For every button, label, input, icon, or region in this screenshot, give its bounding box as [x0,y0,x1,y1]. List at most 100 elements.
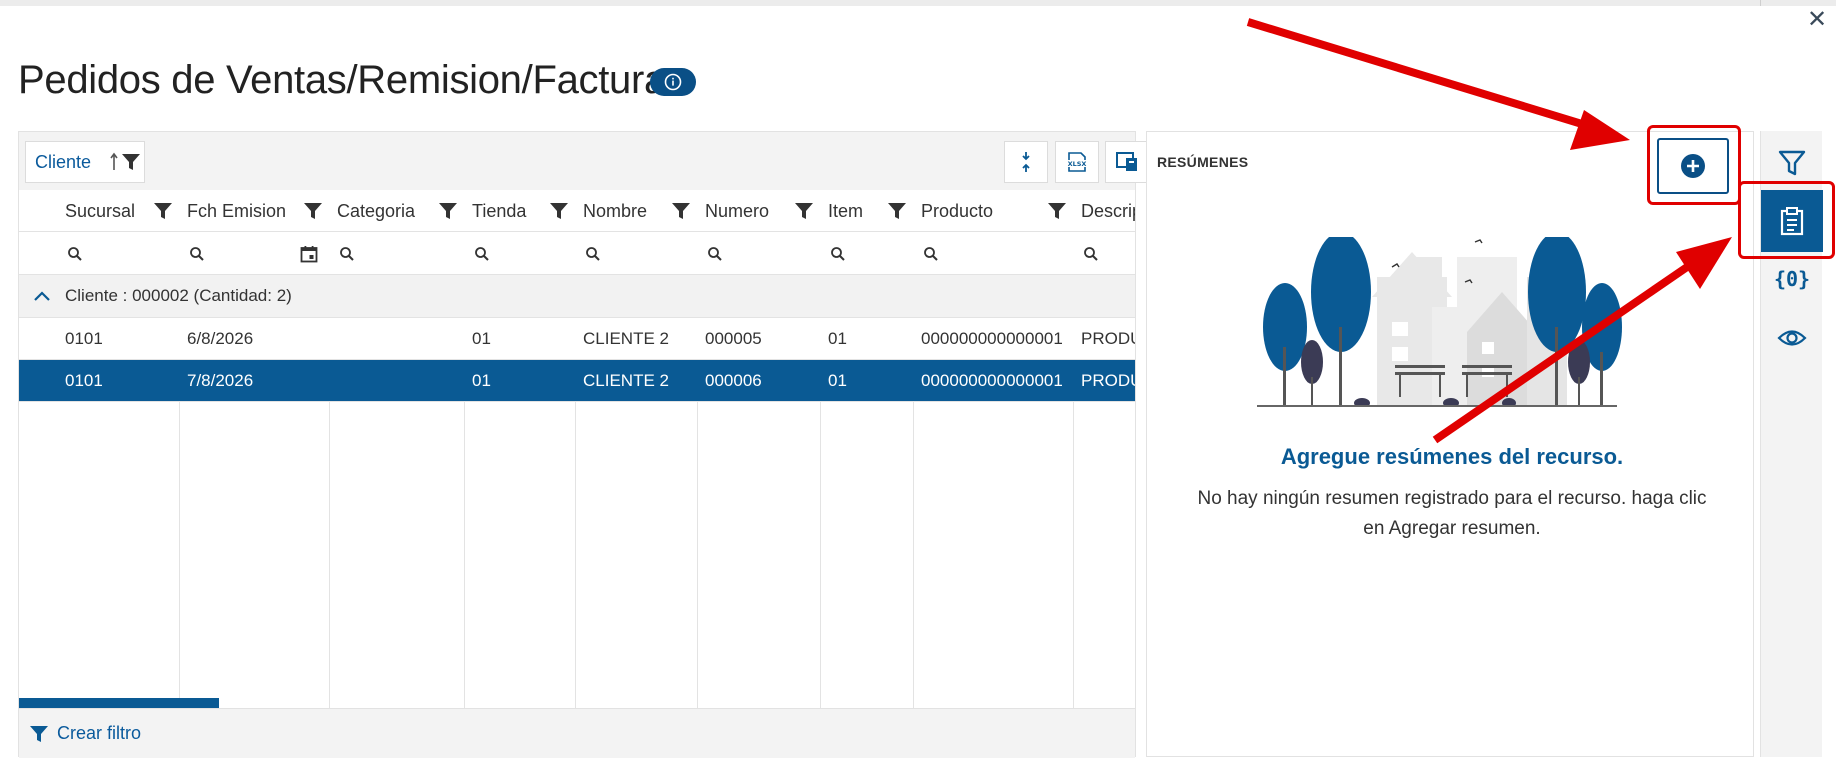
filter-cell-categoria[interactable] [329,232,464,275]
info-button[interactable] [650,68,696,96]
sidebar-variables-button[interactable]: {0} [1765,252,1819,306]
header-row: Sucursal Fch Emision Categoria Tienda No… [19,190,1135,232]
clipboard-icon [1780,207,1804,236]
cell-descripcion: PRODU [1081,329,1135,348]
cell-item: 01 [828,371,847,390]
layout-toggle-button[interactable] [1105,141,1149,183]
empty-state-title: Agregue resúmenes del recurso. [1280,444,1624,469]
xlsx-file-icon: XLSX [1067,152,1087,172]
cell-fch-emision: 6/8/2026 [187,329,254,348]
column-header-nombre[interactable]: Nombre [575,190,697,232]
cell-numero: 000005 [705,329,762,348]
filter-icon[interactable] [438,201,458,221]
filter-icon[interactable] [1047,201,1067,221]
column-header-label: Sucursal [65,200,136,221]
group-by-chip[interactable]: Cliente [25,141,145,183]
search-icon [831,246,845,261]
group-by-label: Cliente [35,151,92,172]
filter-cell-item[interactable] [820,232,913,275]
search-icon [190,246,204,261]
summaries-panel: RESÚMENES Agregue resúmenes del recurso.… [1146,125,1754,757]
search-icon [708,246,722,261]
filter-cell-sucursal[interactable] [57,232,179,275]
collapse-vertical-icon [1022,152,1030,172]
filter-cell-nombre[interactable] [575,232,697,275]
collapse-rows-button[interactable] [1004,141,1048,183]
filter-cell-descripcion[interactable] [1073,232,1135,275]
top-strip [0,0,1836,6]
column-header-categoria[interactable]: Categoria [329,190,464,232]
column-header-descripcion[interactable]: Descrip [1073,190,1135,232]
horizontal-scrollbar[interactable] [19,698,219,708]
grid-panel: Cliente XLSX Sucursal Fch Emision Catego… [18,131,1149,758]
column-header-label: Descrip [1081,200,1135,221]
sidebar-filter-button[interactable] [1765,136,1819,190]
filter-cell-tienda[interactable] [464,232,575,275]
column-header-label: Numero [705,200,770,221]
column-header-label: Item [828,200,864,221]
filter-icon[interactable] [153,201,173,221]
cell-sucursal: 0101 [65,329,103,348]
column-header-sucursal[interactable]: Sucursal [57,190,179,232]
filter-cell-producto[interactable] [913,232,1073,275]
cell-fch-emision: 7/8/2026 [187,371,254,390]
sidebar-summaries-button[interactable] [1761,190,1823,252]
braces-icon: {0} [1773,267,1811,291]
search-icon [1084,246,1098,261]
search-icon [924,246,938,261]
filter-cell-fch-emision[interactable] [179,232,329,275]
calendar-icon[interactable] [300,245,318,263]
page-title: Pedidos de Ventas/Remision/Factura [18,58,666,102]
empty-state-illustration [1257,237,1622,407]
filter-icon[interactable] [549,201,569,221]
column-header-item[interactable]: Item [820,190,913,232]
funnel-outline-icon [1778,150,1806,176]
filter-row [19,232,1135,275]
chevron-up-icon[interactable] [19,290,65,302]
column-header-label: Nombre [583,200,648,221]
search-icon [68,246,82,261]
right-sidebar: {0} [1760,131,1823,757]
cell-tienda: 01 [472,371,491,390]
grid-footer: Crear filtro [19,708,1135,758]
column-header-producto[interactable]: Producto [913,190,1073,232]
column-header-tienda[interactable]: Tienda [464,190,575,232]
funnel-icon [30,725,48,742]
summaries-title: RESÚMENES [1157,154,1249,170]
cell-nombre: CLIENTE 2 [583,329,669,348]
top-strip-separator [1760,0,1761,6]
cell-item: 01 [828,329,847,348]
column-header-label: Tienda [472,200,527,221]
cell-nombre: CLIENTE 2 [583,371,669,390]
info-icon [664,73,682,91]
close-button[interactable]: ✕ [1805,8,1829,32]
cell-producto: 000000000000001 [921,329,1063,348]
filter-icon[interactable] [303,201,323,221]
group-row-label: Cliente : 000002 (Cantidad: 2) [65,286,292,305]
column-header-numero[interactable]: Numero [697,190,820,232]
cell-categoria [329,318,464,360]
export-xlsx-button[interactable]: XLSX [1055,141,1099,183]
create-filter-link[interactable]: Crear filtro [57,723,141,744]
funnel-icon[interactable] [121,152,141,172]
column-header-label: Producto [921,200,994,221]
group-row[interactable]: Cliente : 000002 (Cantidad: 2) [19,275,1135,318]
sidebar-preview-button[interactable] [1765,311,1819,365]
filter-icon[interactable] [887,201,907,221]
eye-icon [1777,330,1807,346]
table-row-selected[interactable]: 0101 7/8/2026 01 CLIENTE 2 000006 01 000… [19,360,1135,402]
filter-cell-numero[interactable] [697,232,820,275]
filter-icon[interactable] [671,201,691,221]
filter-icon[interactable] [794,201,814,221]
search-icon [475,246,489,261]
grid-toolbar: Cliente XLSX [19,132,1149,190]
sort-ascending-icon[interactable] [109,152,119,172]
table-row[interactable]: 0101 6/8/2026 01 CLIENTE 2 000005 01 000… [19,318,1135,360]
column-header-fch-emision[interactable]: Fch Emision [179,190,329,232]
cell-numero: 000006 [705,371,762,390]
plus-circle-icon [1681,154,1705,178]
svg-text:XLSX: XLSX [1068,160,1087,168]
add-summary-button[interactable] [1657,138,1729,194]
cell-categoria [329,360,464,402]
search-icon [340,246,354,261]
